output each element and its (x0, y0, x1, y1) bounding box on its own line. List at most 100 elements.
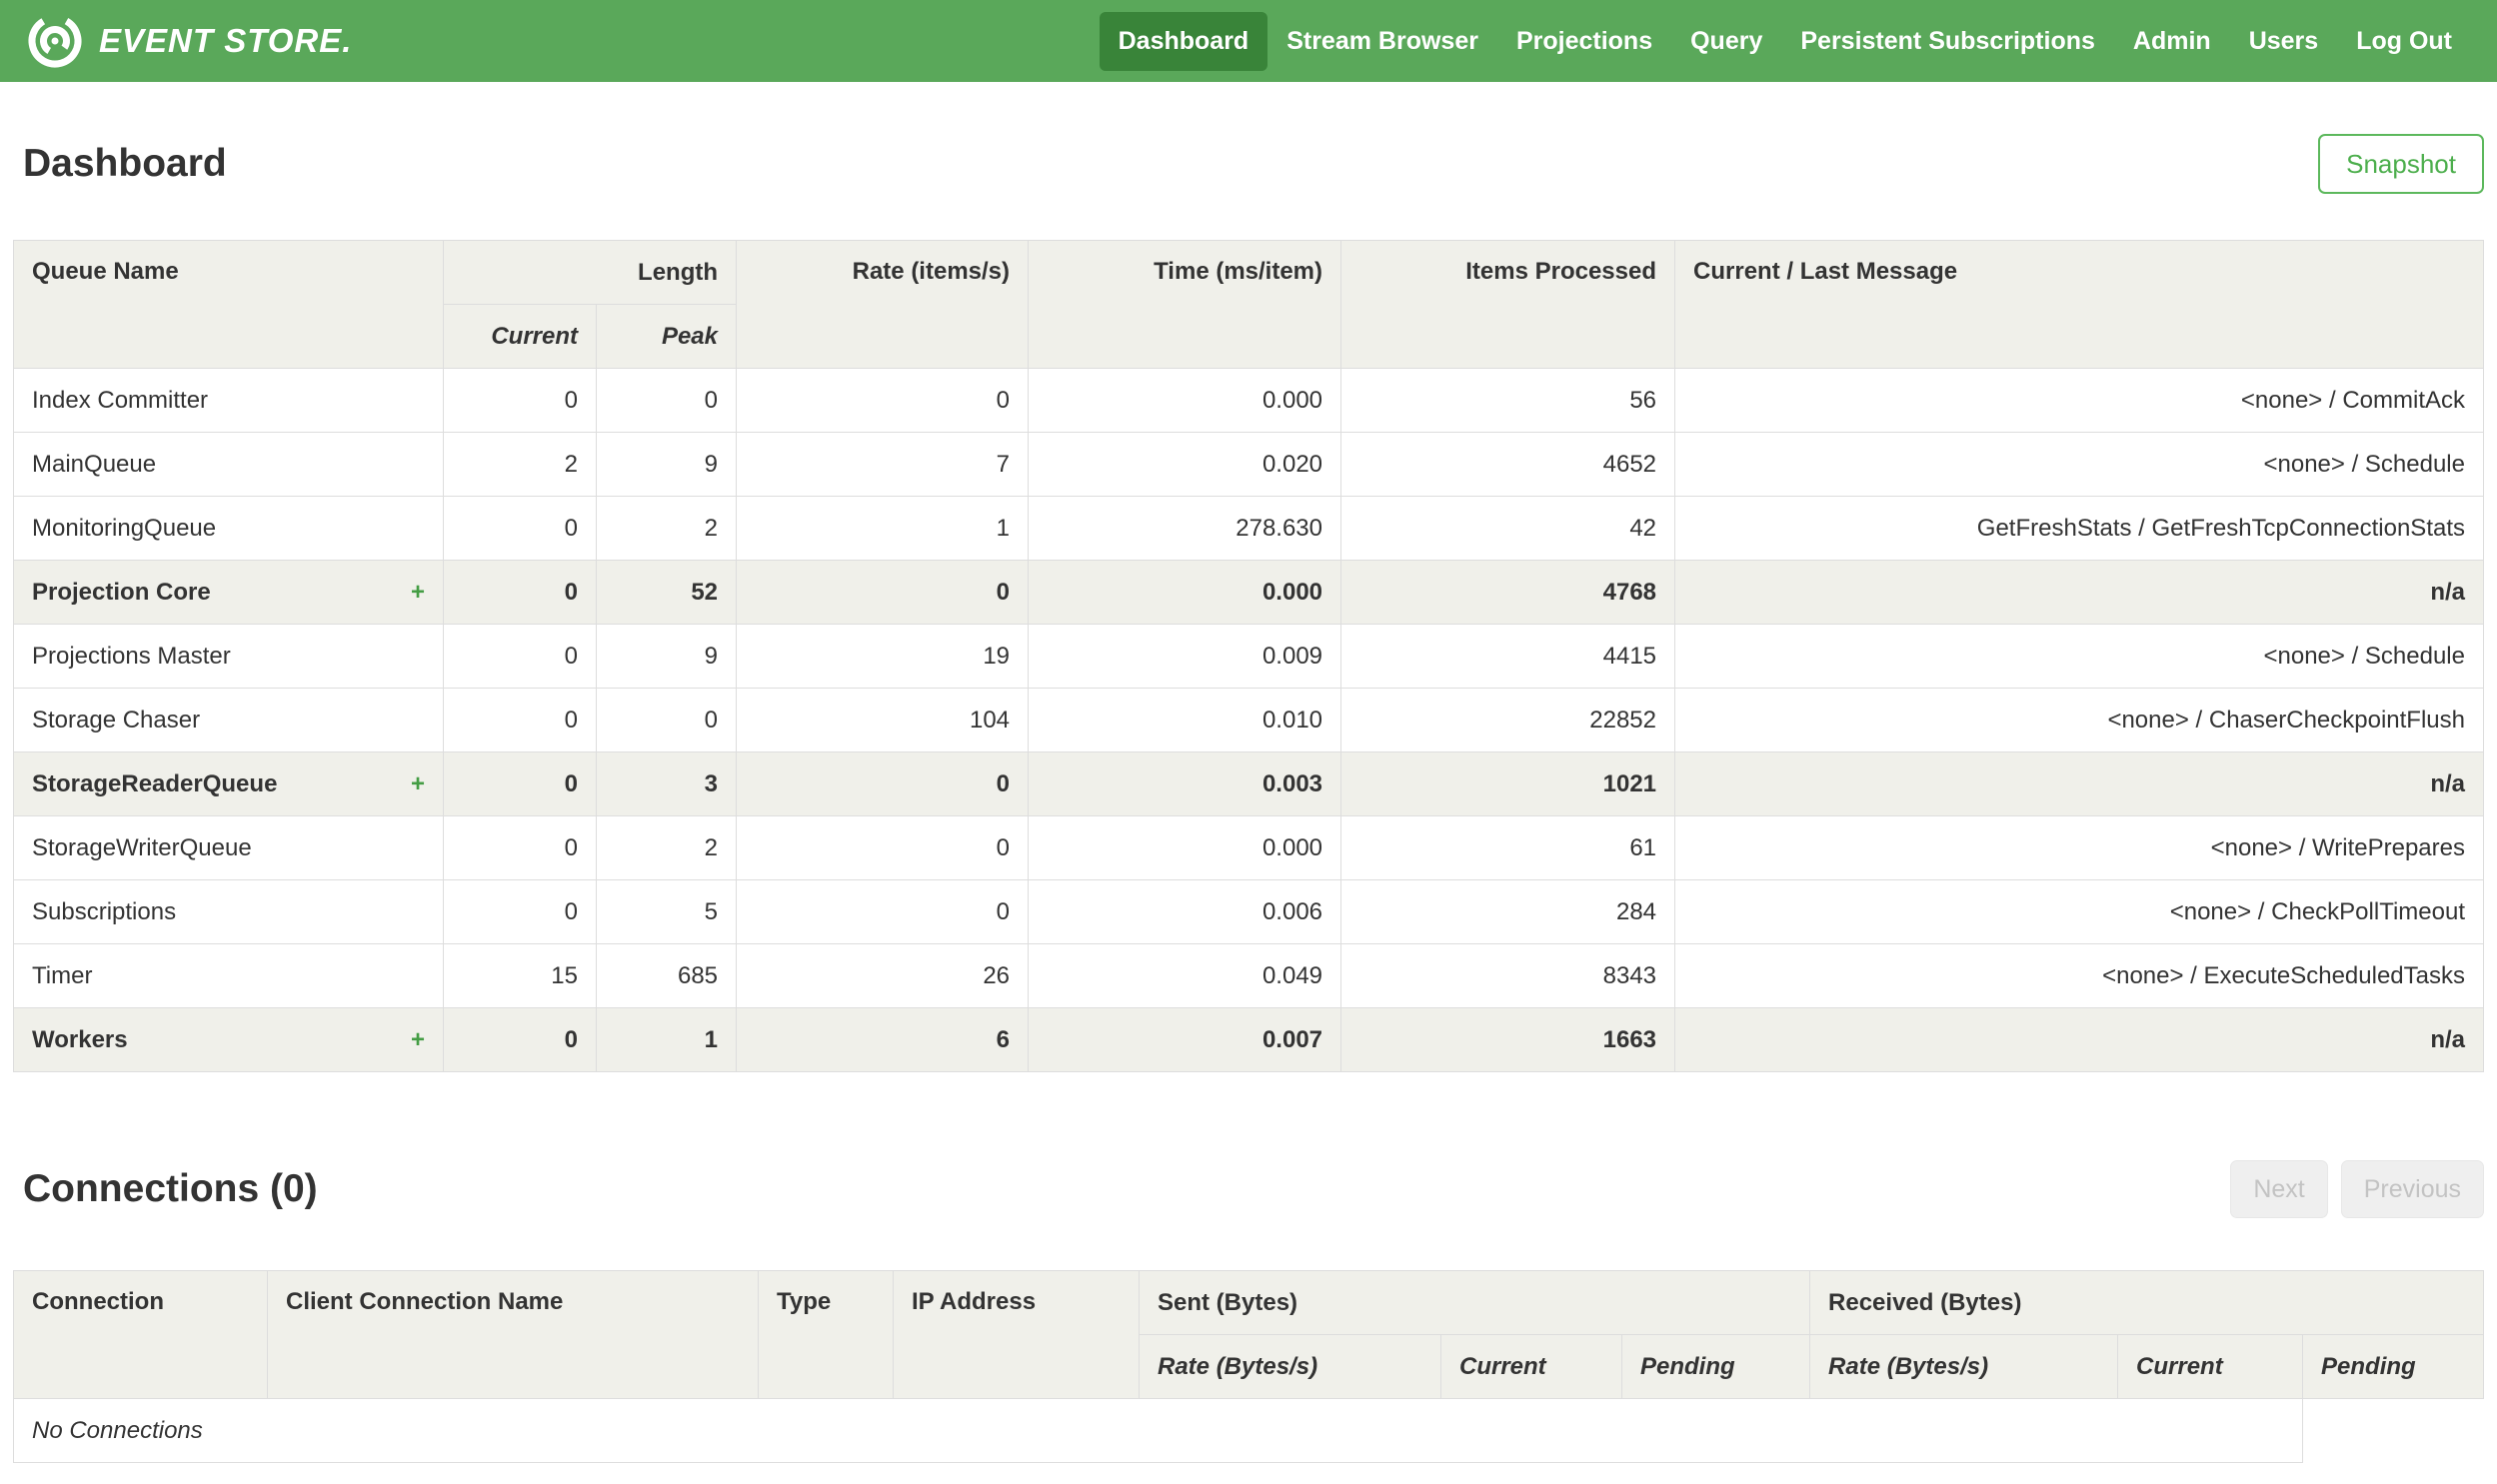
time-cell: 0.020 (1028, 432, 1342, 497)
rate-cell: 0 (736, 879, 1030, 944)
main-nav: Dashboard Stream Browser Projections Que… (1099, 11, 2471, 71)
items-processed-cell: 4652 (1340, 432, 1676, 497)
length-current-cell: 15 (443, 943, 597, 1008)
length-current-cell: 0 (443, 560, 597, 625)
items-processed-cell: 1021 (1340, 751, 1676, 816)
queue-name-cell: MonitoringQueue (13, 496, 444, 561)
table-row-expandable[interactable]: StorageReaderQueue + 0 3 0 0.003 1021 n/a (13, 751, 2484, 816)
length-peak-cell: 5 (595, 879, 738, 944)
length-current-cell: 0 (443, 1007, 597, 1072)
rate-cell: 0 (736, 751, 1030, 816)
expand-icon[interactable]: + (411, 579, 425, 607)
connections-header: Connections (0) Next Previous (13, 1160, 2484, 1218)
previous-button[interactable]: Previous (2340, 1160, 2484, 1218)
message-cell: <none> / CommitAck (1674, 368, 2484, 433)
length-peak-cell: 9 (595, 624, 738, 689)
queues-table-body: Index Committer 0 0 0 0.000 56 <none> / … (13, 368, 2484, 1072)
table-row: Storage Chaser 0 0 104 0.010 22852 <none… (13, 688, 2484, 752)
rate-cell: 7 (736, 432, 1030, 497)
col-header-received: Received (Bytes) (1809, 1270, 2484, 1335)
rate-cell: 6 (736, 1007, 1030, 1072)
rate-cell: 19 (736, 624, 1030, 689)
table-row: StorageWriterQueue 0 2 0 0.000 61 <none>… (13, 815, 2484, 880)
message-cell: n/a (1674, 560, 2484, 625)
snapshot-button[interactable]: Snapshot (2318, 134, 2484, 194)
expand-icon[interactable]: + (411, 1026, 425, 1054)
items-processed-cell: 22852 (1340, 688, 1676, 752)
main-content: Dashboard Snapshot Queue Name Length Rat… (0, 134, 2497, 1463)
brand[interactable]: EVENT STORE. (26, 12, 352, 70)
message-cell: <none> / Schedule (1674, 624, 2484, 689)
time-cell: 0.049 (1028, 943, 1342, 1008)
length-current-cell: 2 (443, 432, 597, 497)
nav-item-persistent-subscriptions[interactable]: Persistent Subscriptions (1781, 12, 2114, 71)
message-cell: <none> / WritePrepares (1674, 815, 2484, 880)
nav-item-dashboard[interactable]: Dashboard (1099, 11, 1268, 71)
col-header-connection: Connection (13, 1270, 268, 1399)
col-header-client-name: Client Connection Name (267, 1270, 759, 1399)
col-header-message: Current / Last Message (1674, 240, 2484, 369)
col-header-sent-pending: Pending (1620, 1334, 1811, 1399)
page-header: Dashboard Snapshot (13, 134, 2484, 194)
items-processed-cell: 1663 (1340, 1007, 1676, 1072)
time-cell: 0.000 (1028, 815, 1342, 880)
connections-table-body: No Connections (12, 1398, 2484, 1463)
pager: Next Previous (2230, 1160, 2484, 1218)
message-cell: n/a (1674, 1007, 2484, 1072)
time-cell: 278.630 (1028, 496, 1342, 561)
length-current-cell: 0 (443, 879, 597, 944)
queues-table-header: Queue Name Length Rate (items/s) Time (m… (13, 240, 2484, 369)
nav-item-log-out[interactable]: Log Out (2337, 12, 2471, 71)
table-row: MonitoringQueue 0 2 1 278.630 42 GetFres… (13, 496, 2484, 561)
col-header-time: Time (ms/item) (1028, 240, 1342, 369)
empty-row: No Connections (12, 1398, 2484, 1463)
queue-name-cell: Projections Master (13, 624, 444, 689)
length-peak-cell: 0 (595, 368, 738, 433)
col-header-length-current: Current (443, 304, 597, 369)
logo-text: EVENT STORE. (99, 22, 353, 59)
queue-name-cell: Workers + (13, 1007, 444, 1072)
col-header-received-current: Current (2117, 1334, 2304, 1399)
rate-cell: 0 (736, 815, 1030, 880)
queue-name-cell: Timer (13, 943, 444, 1008)
page-title: Dashboard (23, 142, 227, 185)
table-row: MainQueue 2 9 7 0.020 4652 <none> / Sche… (13, 432, 2484, 497)
length-peak-cell: 1 (595, 1007, 738, 1072)
nav-item-query[interactable]: Query (1671, 12, 1781, 71)
length-peak-cell: 9 (595, 432, 738, 497)
time-cell: 0.000 (1028, 368, 1342, 433)
nav-item-users[interactable]: Users (2230, 12, 2338, 71)
items-processed-cell: 42 (1340, 496, 1676, 561)
rate-cell: 104 (736, 688, 1030, 752)
col-header-sent-current: Current (1440, 1334, 1622, 1399)
col-header-length-peak: Peak (595, 304, 738, 369)
nav-item-stream-browser[interactable]: Stream Browser (1267, 12, 1497, 71)
length-current-cell: 0 (443, 751, 597, 816)
length-current-cell: 0 (443, 624, 597, 689)
message-cell: <none> / ExecuteScheduledTasks (1674, 943, 2484, 1008)
col-header-ip-address: IP Address (893, 1270, 1140, 1399)
length-peak-cell: 2 (595, 496, 738, 561)
queue-name-cell: StorageWriterQueue (13, 815, 444, 880)
rate-cell: 0 (736, 560, 1030, 625)
expand-icon[interactable]: + (411, 770, 425, 798)
time-cell: 0.010 (1028, 688, 1342, 752)
nav-item-admin[interactable]: Admin (2114, 12, 2230, 71)
time-cell: 0.009 (1028, 624, 1342, 689)
items-processed-cell: 4768 (1340, 560, 1676, 625)
rate-cell: 0 (736, 368, 1030, 433)
table-row: Projections Master 0 9 19 0.009 4415 <no… (13, 624, 2484, 689)
length-peak-cell: 3 (595, 751, 738, 816)
col-header-sent-rate: Rate (Bytes/s) (1139, 1334, 1441, 1399)
queue-name-cell: MainQueue (13, 432, 444, 497)
col-header-items-processed: Items Processed (1340, 240, 1676, 369)
table-row: Timer 15 685 26 0.049 8343 <none> / Exec… (13, 943, 2484, 1008)
table-row-expandable[interactable]: Projection Core + 0 52 0 0.000 4768 n/a (13, 560, 2484, 625)
nav-item-projections[interactable]: Projections (1497, 12, 1671, 71)
table-row-expandable[interactable]: Workers + 0 1 6 0.007 1663 n/a (13, 1007, 2484, 1072)
next-button[interactable]: Next (2230, 1160, 2328, 1218)
col-header-queue-name: Queue Name (13, 240, 444, 369)
items-processed-cell: 56 (1340, 368, 1676, 433)
time-cell: 0.006 (1028, 879, 1342, 944)
col-header-received-pending: Pending (2302, 1334, 2484, 1399)
